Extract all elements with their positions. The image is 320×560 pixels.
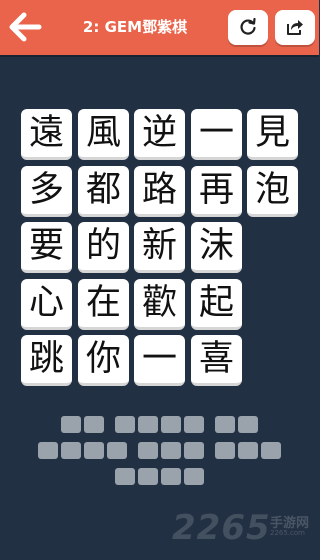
answer-slot[interactable] bbox=[115, 416, 135, 433]
answer-slot[interactable] bbox=[261, 442, 281, 459]
answer-slot[interactable] bbox=[138, 416, 158, 433]
character-tile[interactable]: 新 bbox=[134, 222, 185, 273]
refresh-button[interactable] bbox=[228, 10, 268, 45]
character-tile[interactable]: 跳 bbox=[21, 335, 72, 386]
character-tile[interactable]: 一 bbox=[134, 335, 185, 386]
character-tile[interactable]: 沫 bbox=[191, 222, 242, 273]
answer-slot[interactable] bbox=[107, 442, 127, 459]
answer-slot[interactable] bbox=[138, 468, 158, 485]
character-tile[interactable]: 喜 bbox=[191, 335, 242, 386]
character-tile[interactable]: 風 bbox=[78, 109, 129, 160]
character-tile[interactable]: 歡 bbox=[134, 279, 185, 330]
answer-slot[interactable] bbox=[161, 416, 181, 433]
answer-slot[interactable] bbox=[38, 442, 58, 459]
character-tile[interactable]: 心 bbox=[21, 279, 72, 330]
watermark-logo: 2265 bbox=[172, 508, 271, 548]
answer-slot[interactable] bbox=[84, 416, 104, 433]
character-tile[interactable]: 遠 bbox=[21, 109, 72, 160]
character-tile[interactable]: 要 bbox=[21, 222, 72, 273]
character-tile[interactable]: 路 bbox=[134, 166, 185, 217]
top-bar: 2: GEM鄧紫棋 bbox=[0, 0, 319, 55]
character-tile[interactable]: 你 bbox=[78, 335, 129, 386]
character-tile[interactable]: 逆 bbox=[134, 109, 185, 160]
arrow-left-icon bbox=[9, 12, 42, 42]
character-tile[interactable]: 起 bbox=[191, 279, 242, 330]
answer-slot[interactable] bbox=[161, 468, 181, 485]
character-tile[interactable]: 泡 bbox=[247, 166, 298, 217]
level-title: 2: GEM鄧紫棋 bbox=[82, 18, 188, 36]
answer-slot[interactable] bbox=[115, 468, 135, 485]
share-button[interactable] bbox=[275, 10, 315, 45]
character-tile[interactable]: 的 bbox=[78, 222, 129, 273]
answer-slot[interactable] bbox=[61, 442, 81, 459]
character-tile[interactable]: 都 bbox=[78, 166, 129, 217]
back-button[interactable] bbox=[8, 10, 42, 44]
answer-slot[interactable] bbox=[84, 442, 104, 459]
answer-slot[interactable] bbox=[138, 442, 158, 459]
answer-slot[interactable] bbox=[238, 416, 258, 433]
watermark-url: 2265.com bbox=[270, 529, 305, 537]
answer-slot[interactable] bbox=[215, 416, 235, 433]
share-icon bbox=[287, 20, 303, 35]
character-tile[interactable]: 再 bbox=[191, 166, 242, 217]
character-tile[interactable]: 見 bbox=[247, 109, 298, 160]
character-tile[interactable]: 多 bbox=[21, 166, 72, 217]
answer-slot[interactable] bbox=[238, 442, 258, 459]
answer-slot[interactable] bbox=[215, 442, 235, 459]
answer-slot[interactable] bbox=[61, 416, 81, 433]
answer-slot[interactable] bbox=[184, 442, 204, 459]
character-tile[interactable]: 一 bbox=[191, 109, 242, 160]
answer-slot[interactable] bbox=[184, 416, 204, 433]
answer-slot[interactable] bbox=[184, 468, 204, 485]
answer-slot[interactable] bbox=[161, 442, 181, 459]
refresh-icon bbox=[240, 18, 256, 35]
character-tile[interactable]: 在 bbox=[78, 279, 129, 330]
